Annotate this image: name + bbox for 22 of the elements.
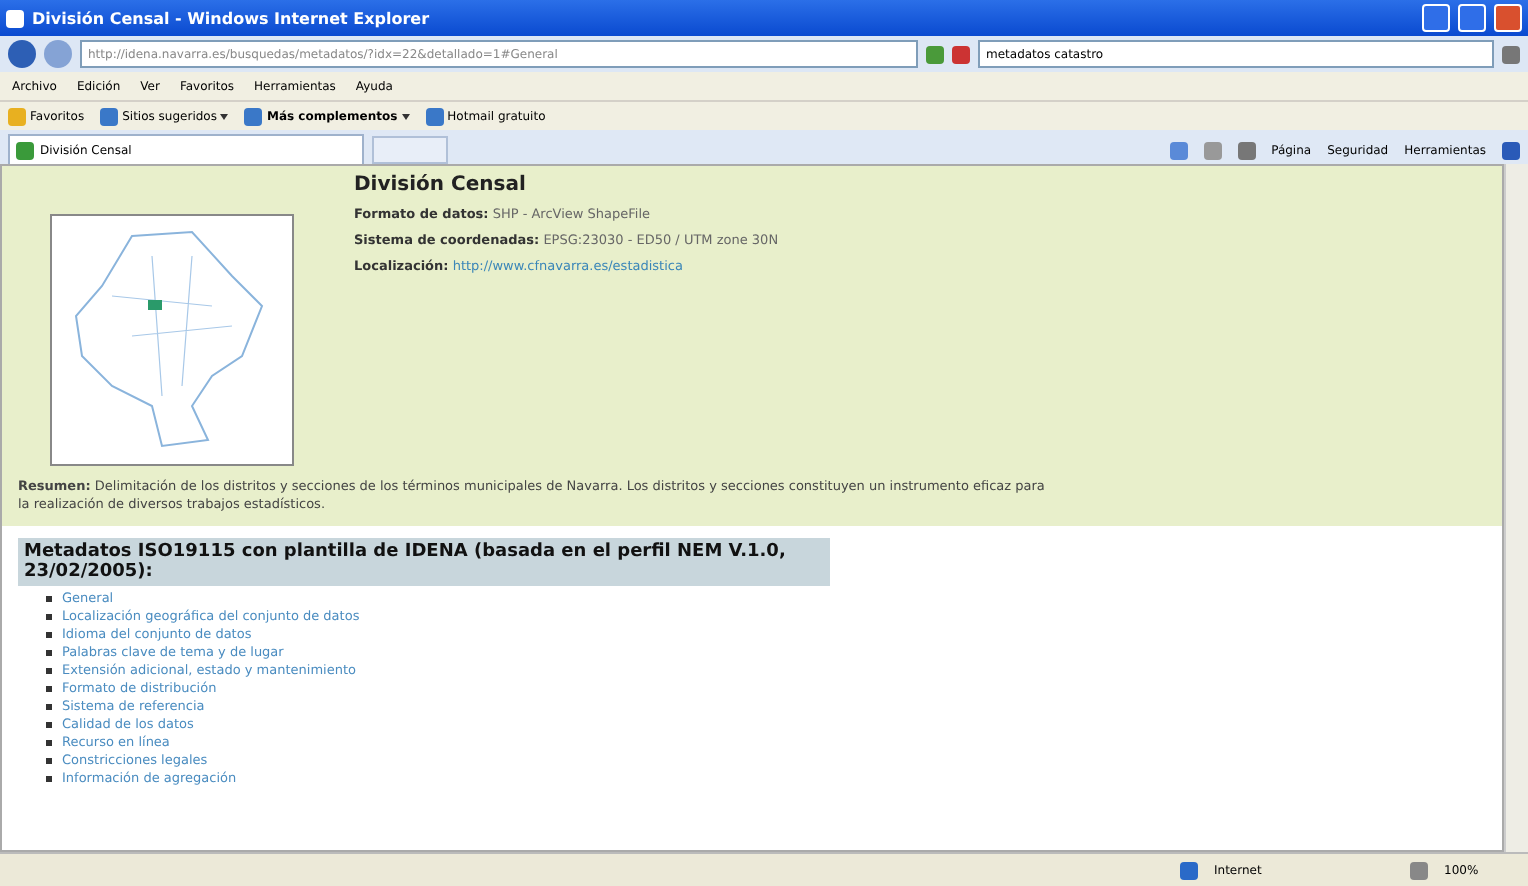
bullet-icon <box>46 631 52 638</box>
caret-icon <box>220 113 229 119</box>
bullet-icon <box>46 649 52 656</box>
dataset-title: División Censal <box>354 174 528 196</box>
bullet-icon <box>46 613 52 620</box>
bullet-icon <box>46 757 52 764</box>
bullet-icon <box>46 667 52 674</box>
maximize-button[interactable] <box>1458 4 1486 32</box>
bullet-icon <box>46 739 52 746</box>
bullet-icon <box>46 721 52 728</box>
metadata-heading: Metadatos ISO19115 con plantilla de IDENA (basada en el perfil NEM V.1.0, 23/02/2005): <box>18 538 830 587</box>
forward-button[interactable] <box>44 40 72 68</box>
bullet-icon <box>46 703 52 710</box>
close-button[interactable] <box>1494 4 1522 32</box>
bullet-icon <box>46 595 52 602</box>
window-title: División Censal - Windows Internet Explorer <box>32 9 432 27</box>
minimize-button[interactable] <box>1422 4 1450 32</box>
scrollbar[interactable] <box>1504 164 1528 852</box>
bullet-icon <box>46 685 52 692</box>
caret-icon <box>401 113 410 119</box>
bullet-icon <box>46 775 52 782</box>
back-button[interactable] <box>8 40 36 68</box>
